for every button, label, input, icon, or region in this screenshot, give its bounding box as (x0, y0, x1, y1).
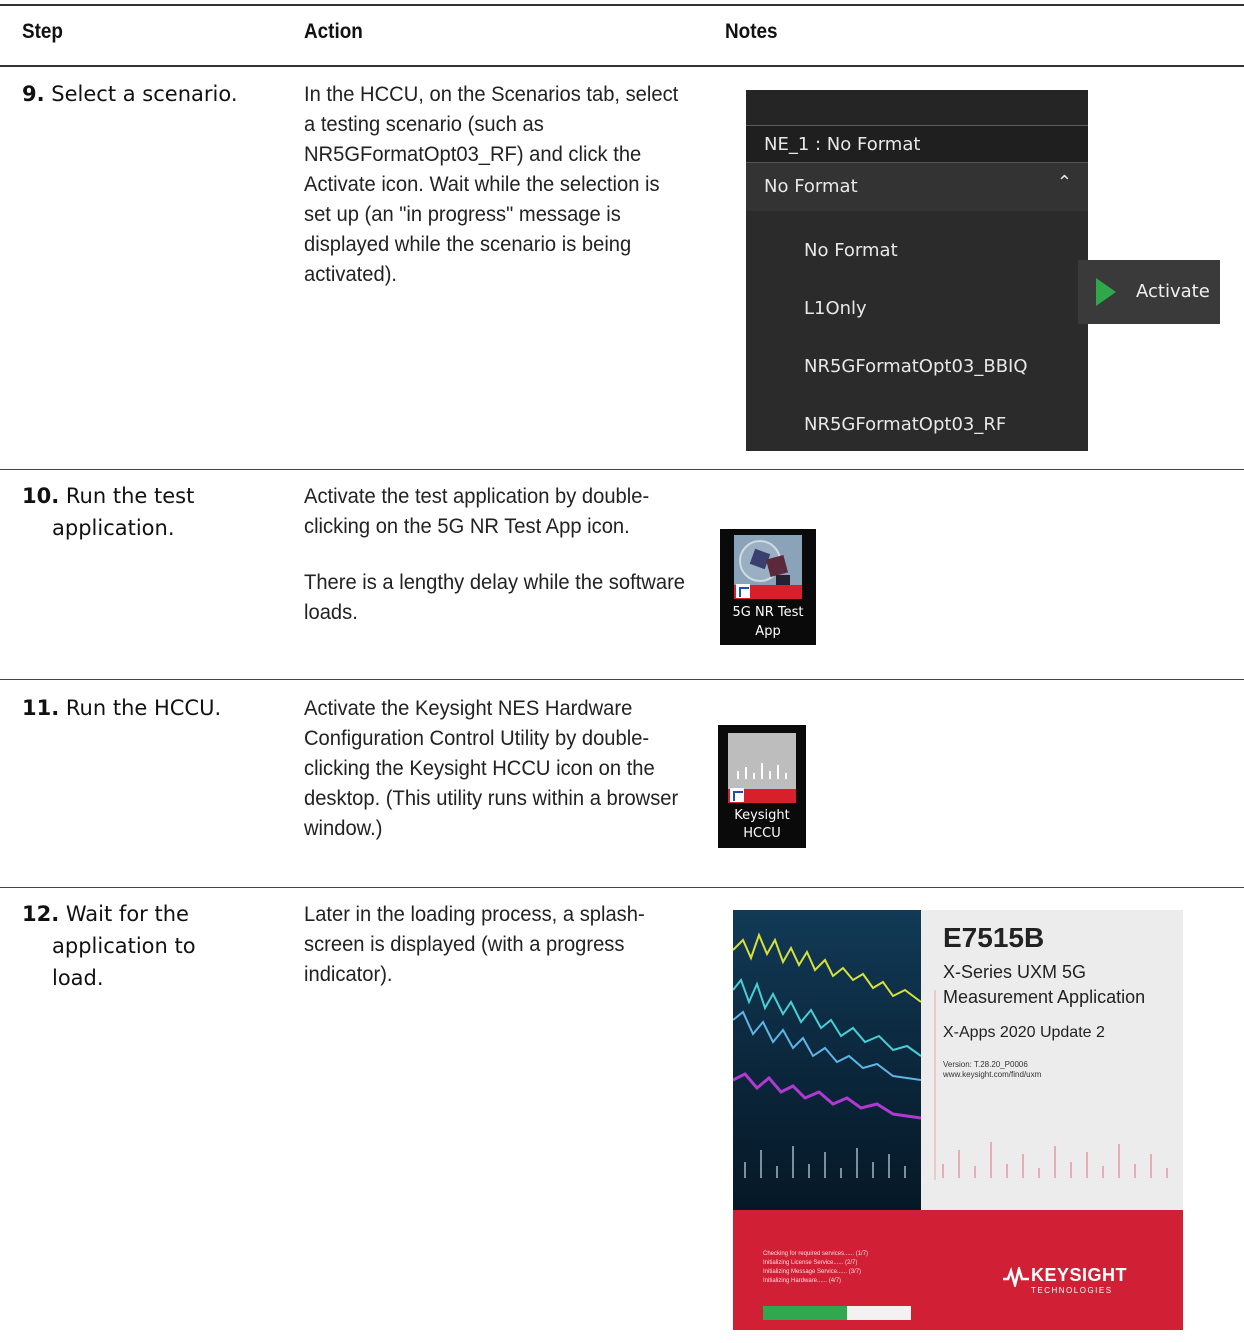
status-line: Initializing License Service...... (2/7) (763, 1260, 858, 1266)
scenario-select[interactable]: No Format ⌃ (746, 163, 1088, 211)
header-action: Action (304, 20, 363, 43)
action-text: In the HCCU, on the Scenarios tab, selec… (304, 83, 679, 286)
scenario-header-label: NE_1 : No Format (764, 134, 921, 155)
test-app-desktop-icon[interactable]: 5G NR Test App (720, 529, 816, 645)
dropdown-top-bar (746, 90, 1088, 126)
progress-fill (763, 1306, 848, 1320)
icon-label: 5G NR Test (732, 605, 804, 620)
action-11: Activate the Keysight NES Hardware Confi… (304, 694, 688, 844)
step-title-cont: load. (52, 966, 104, 990)
step-12: 12. Wait for the application to load. (22, 898, 196, 994)
status-line: Checking for required services...... (1/… (763, 1251, 869, 1257)
keysight-wave-icon (1003, 1267, 1029, 1287)
splash-model: E7515B (943, 922, 1045, 953)
header-notes: Notes (725, 20, 778, 43)
step-title-cont: application to (52, 934, 196, 958)
action-10: Activate the test application by double-… (304, 482, 688, 628)
icon-label: Keysight (734, 808, 790, 823)
step-number: 9. (22, 82, 45, 106)
play-icon (1096, 278, 1116, 306)
splash-progress-bar (763, 1306, 911, 1320)
scenario-header: NE_1 : No Format (746, 126, 1088, 163)
shortcut-arrow-icon (730, 788, 744, 802)
icon-label: HCCU (743, 826, 781, 841)
step-title: Run the test (65, 484, 195, 508)
status-line: Initializing Hardware...... (4/7) (763, 1278, 842, 1284)
chevron-up-icon: ⌃ (1056, 172, 1072, 193)
activate-label: Activate (1136, 281, 1210, 302)
splash-version: Version: T.28.20_P0006 (943, 1060, 1028, 1069)
brand-name: KEYSIGHT (1031, 1265, 1128, 1285)
header-step: Step (22, 20, 63, 43)
splash-title-2: Measurement Application (943, 987, 1146, 1007)
action-text: Activate the Keysight NES Hardware Confi… (304, 697, 679, 840)
step-title: Wait for the (65, 902, 189, 926)
step-title: Run the HCCU. (65, 696, 222, 720)
brand-sub: TECHNOLOGIES (1031, 1286, 1113, 1295)
scenario-option[interactable]: No Format (804, 240, 898, 261)
shortcut-arrow-icon (736, 584, 750, 598)
splash-screen: E7515B X-Series UXM 5G Measurement Appli… (733, 910, 1183, 1330)
splash-update: X-Apps 2020 Update 2 (943, 1024, 1105, 1041)
scenario-option[interactable]: NR5GFormatOpt03_RF (804, 414, 1006, 435)
table-top-rule (0, 4, 1244, 6)
icon-label: App (755, 624, 781, 639)
scenario-option[interactable]: L1Only (804, 298, 867, 319)
scenario-option[interactable]: NR5GFormatOpt03_BBIQ (804, 356, 1028, 377)
step-10: 10. Run the test application. (22, 480, 194, 544)
header-bottom-rule (0, 65, 1244, 67)
step-9: 9. Select a scenario. (22, 78, 238, 110)
splash-url: www.keysight.com/find/uxm (943, 1070, 1042, 1079)
step-11: 11. Run the HCCU. (22, 692, 221, 724)
action-text: Later in the loading process, a splash-s… (304, 903, 645, 986)
step-number: 12. (22, 902, 60, 926)
hccu-desktop-icon[interactable]: Keysight HCCU (718, 725, 806, 848)
step-number: 10. (22, 484, 60, 508)
splash-status-list: Checking for required services...... (1/… (763, 1250, 868, 1286)
step-title: Select a scenario. (51, 82, 238, 106)
splash-status-panel: Checking for required services...... (1/… (733, 1210, 1183, 1330)
keysight-logo: KEYSIGHT TECHNOLOGIES (1003, 1265, 1127, 1295)
step-title-cont: application. (52, 516, 175, 540)
spectrum-art-icon (733, 932, 922, 1178)
splash-art-panel (733, 910, 922, 1210)
action-9: In the HCCU, on the Scenarios tab, selec… (304, 80, 688, 290)
action-12: Later in the loading process, a splash-s… (304, 900, 688, 990)
scenario-dropdown-screenshot: NE_1 : No Format No Format ⌃ No Format L… (746, 90, 1088, 451)
action-text: There is a lengthy delay while the softw… (304, 571, 686, 624)
scenario-selected-value: No Format (764, 176, 858, 197)
row-divider (0, 887, 1244, 888)
splash-title-1: X-Series UXM 5G (943, 962, 1087, 982)
action-text: Activate the test application by double-… (304, 485, 650, 538)
step-number: 11. (22, 696, 60, 720)
activate-button[interactable]: Activate (1078, 260, 1220, 324)
status-line: Initializing Message Service...... (3/7) (763, 1269, 862, 1275)
row-divider (0, 469, 1244, 470)
row-divider (0, 679, 1244, 680)
